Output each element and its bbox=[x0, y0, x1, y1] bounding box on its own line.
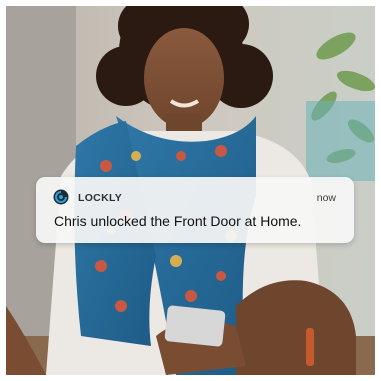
lock-screen-photo: LOCKLY now Chris unlocked the Front Door… bbox=[6, 6, 375, 375]
lockly-notification[interactable]: LOCKLY now Chris unlocked the Front Door… bbox=[36, 177, 354, 243]
lockly-logo-icon bbox=[53, 189, 69, 205]
notification-message: Chris unlocked the Front Door at Home. bbox=[54, 213, 302, 229]
notification-time: now bbox=[316, 192, 336, 204]
notification-app-name: LOCKLY bbox=[78, 192, 122, 204]
